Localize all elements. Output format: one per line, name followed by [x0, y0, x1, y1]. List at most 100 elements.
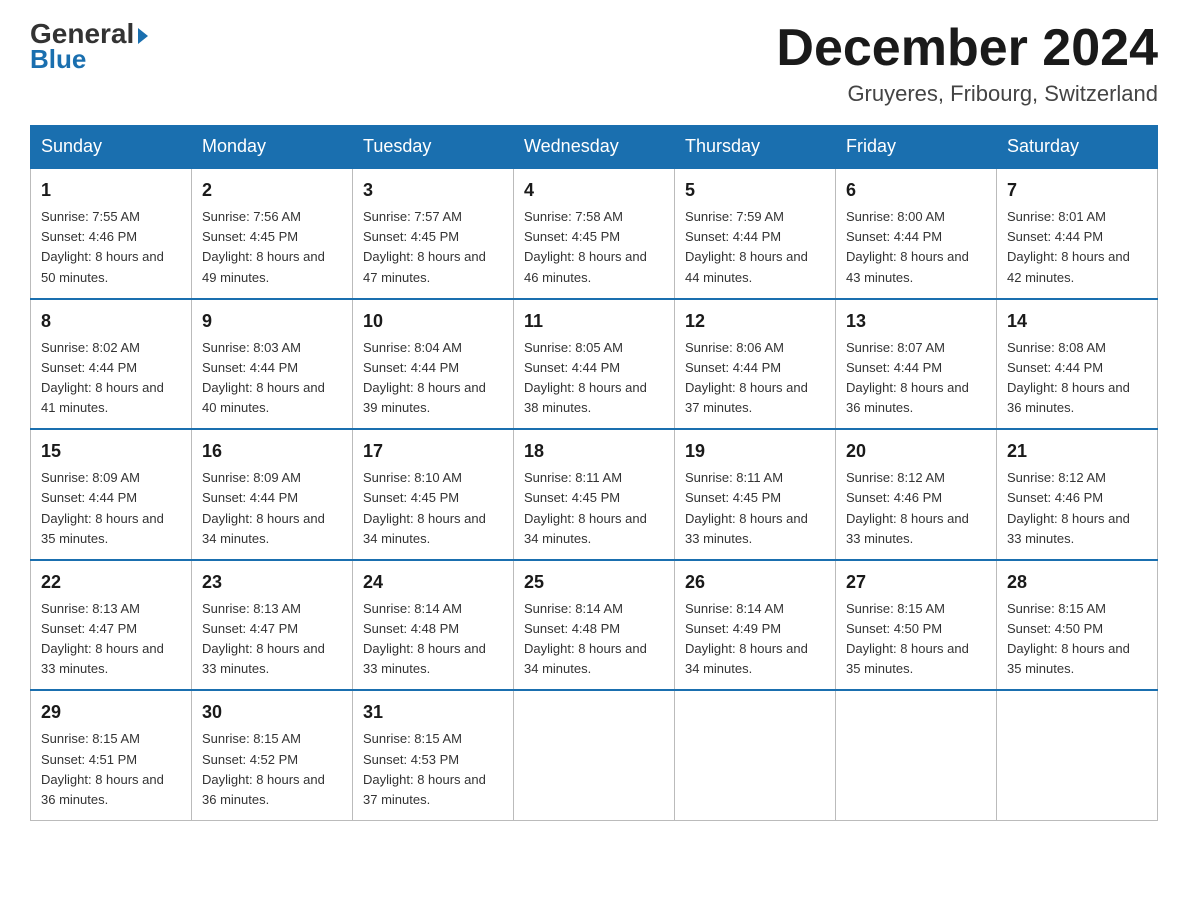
day-cell-15: 15 Sunrise: 8:09 AM Sunset: 4:44 PM Dayl… — [31, 429, 192, 560]
column-header-sunday: Sunday — [31, 126, 192, 169]
day-info: Sunrise: 7:59 AM Sunset: 4:44 PM Dayligh… — [685, 207, 825, 288]
day-number: 19 — [685, 438, 825, 465]
daylight-label: Daylight: 8 hours and 50 minutes. — [41, 249, 164, 284]
daylight-label: Daylight: 8 hours and 47 minutes. — [363, 249, 486, 284]
sunset-label: Sunset: 4:44 PM — [41, 490, 137, 505]
column-header-monday: Monday — [192, 126, 353, 169]
day-cell-20: 20 Sunrise: 8:12 AM Sunset: 4:46 PM Dayl… — [836, 429, 997, 560]
day-cell-1: 1 Sunrise: 7:55 AM Sunset: 4:46 PM Dayli… — [31, 168, 192, 299]
day-number: 20 — [846, 438, 986, 465]
sunset-label: Sunset: 4:45 PM — [685, 490, 781, 505]
column-header-friday: Friday — [836, 126, 997, 169]
sunset-label: Sunset: 4:45 PM — [363, 229, 459, 244]
sunset-label: Sunset: 4:48 PM — [363, 621, 459, 636]
daylight-label: Daylight: 8 hours and 34 minutes. — [685, 641, 808, 676]
day-info: Sunrise: 8:09 AM Sunset: 4:44 PM Dayligh… — [202, 468, 342, 549]
daylight-label: Daylight: 8 hours and 39 minutes. — [363, 380, 486, 415]
day-cell-4: 4 Sunrise: 7:58 AM Sunset: 4:45 PM Dayli… — [514, 168, 675, 299]
sunrise-label: Sunrise: 8:11 AM — [524, 470, 622, 485]
sunset-label: Sunset: 4:44 PM — [846, 229, 942, 244]
day-info: Sunrise: 8:07 AM Sunset: 4:44 PM Dayligh… — [846, 338, 986, 419]
sunrise-label: Sunrise: 8:09 AM — [202, 470, 301, 485]
day-number: 1 — [41, 177, 181, 204]
column-header-thursday: Thursday — [675, 126, 836, 169]
day-cell-6: 6 Sunrise: 8:00 AM Sunset: 4:44 PM Dayli… — [836, 168, 997, 299]
sunrise-label: Sunrise: 8:06 AM — [685, 340, 784, 355]
day-info: Sunrise: 8:06 AM Sunset: 4:44 PM Dayligh… — [685, 338, 825, 419]
week-row-4: 22 Sunrise: 8:13 AM Sunset: 4:47 PM Dayl… — [31, 560, 1158, 691]
day-info: Sunrise: 8:13 AM Sunset: 4:47 PM Dayligh… — [41, 599, 181, 680]
day-number: 16 — [202, 438, 342, 465]
day-cell-5: 5 Sunrise: 7:59 AM Sunset: 4:44 PM Dayli… — [675, 168, 836, 299]
sunrise-label: Sunrise: 8:05 AM — [524, 340, 623, 355]
daylight-label: Daylight: 8 hours and 41 minutes. — [41, 380, 164, 415]
sunrise-label: Sunrise: 7:55 AM — [41, 209, 140, 224]
day-cell-24: 24 Sunrise: 8:14 AM Sunset: 4:48 PM Dayl… — [353, 560, 514, 691]
page-header: General Blue December 2024 Gruyeres, Fri… — [30, 20, 1158, 107]
sunrise-label: Sunrise: 8:12 AM — [1007, 470, 1106, 485]
daylight-label: Daylight: 8 hours and 33 minutes. — [41, 641, 164, 676]
sunrise-label: Sunrise: 8:15 AM — [363, 731, 462, 746]
sunrise-label: Sunrise: 8:12 AM — [846, 470, 945, 485]
day-number: 7 — [1007, 177, 1147, 204]
day-cell-31: 31 Sunrise: 8:15 AM Sunset: 4:53 PM Dayl… — [353, 690, 514, 820]
day-info: Sunrise: 8:12 AM Sunset: 4:46 PM Dayligh… — [1007, 468, 1147, 549]
sunset-label: Sunset: 4:46 PM — [846, 490, 942, 505]
daylight-label: Daylight: 8 hours and 35 minutes. — [41, 511, 164, 546]
daylight-label: Daylight: 8 hours and 34 minutes. — [202, 511, 325, 546]
daylight-label: Daylight: 8 hours and 33 minutes. — [202, 641, 325, 676]
daylight-label: Daylight: 8 hours and 37 minutes. — [363, 772, 486, 807]
sunset-label: Sunset: 4:46 PM — [1007, 490, 1103, 505]
sunset-label: Sunset: 4:53 PM — [363, 752, 459, 767]
sunset-label: Sunset: 4:47 PM — [202, 621, 298, 636]
day-number: 21 — [1007, 438, 1147, 465]
empty-cell — [997, 690, 1158, 820]
sunset-label: Sunset: 4:50 PM — [1007, 621, 1103, 636]
sunset-label: Sunset: 4:45 PM — [202, 229, 298, 244]
sunset-label: Sunset: 4:44 PM — [1007, 229, 1103, 244]
day-number: 29 — [41, 699, 181, 726]
day-number: 6 — [846, 177, 986, 204]
daylight-label: Daylight: 8 hours and 36 minutes. — [1007, 380, 1130, 415]
sunset-label: Sunset: 4:44 PM — [1007, 360, 1103, 375]
day-number: 28 — [1007, 569, 1147, 596]
daylight-label: Daylight: 8 hours and 33 minutes. — [846, 511, 969, 546]
empty-cell — [675, 690, 836, 820]
column-header-wednesday: Wednesday — [514, 126, 675, 169]
day-cell-26: 26 Sunrise: 8:14 AM Sunset: 4:49 PM Dayl… — [675, 560, 836, 691]
day-cell-2: 2 Sunrise: 7:56 AM Sunset: 4:45 PM Dayli… — [192, 168, 353, 299]
day-number: 10 — [363, 308, 503, 335]
day-number: 13 — [846, 308, 986, 335]
day-cell-9: 9 Sunrise: 8:03 AM Sunset: 4:44 PM Dayli… — [192, 299, 353, 430]
day-info: Sunrise: 8:09 AM Sunset: 4:44 PM Dayligh… — [41, 468, 181, 549]
location-title: Gruyeres, Fribourg, Switzerland — [776, 81, 1158, 107]
day-info: Sunrise: 8:12 AM Sunset: 4:46 PM Dayligh… — [846, 468, 986, 549]
day-info: Sunrise: 8:14 AM Sunset: 4:48 PM Dayligh… — [524, 599, 664, 680]
day-number: 5 — [685, 177, 825, 204]
daylight-label: Daylight: 8 hours and 35 minutes. — [1007, 641, 1130, 676]
day-info: Sunrise: 8:11 AM Sunset: 4:45 PM Dayligh… — [685, 468, 825, 549]
day-info: Sunrise: 8:05 AM Sunset: 4:44 PM Dayligh… — [524, 338, 664, 419]
daylight-label: Daylight: 8 hours and 33 minutes. — [1007, 511, 1130, 546]
daylight-label: Daylight: 8 hours and 43 minutes. — [846, 249, 969, 284]
day-number: 17 — [363, 438, 503, 465]
day-info: Sunrise: 8:15 AM Sunset: 4:51 PM Dayligh… — [41, 729, 181, 810]
day-number: 23 — [202, 569, 342, 596]
sunrise-label: Sunrise: 8:13 AM — [41, 601, 140, 616]
daylight-label: Daylight: 8 hours and 33 minutes. — [363, 641, 486, 676]
sunrise-label: Sunrise: 8:11 AM — [685, 470, 783, 485]
daylight-label: Daylight: 8 hours and 34 minutes. — [524, 511, 647, 546]
daylight-label: Daylight: 8 hours and 36 minutes. — [846, 380, 969, 415]
day-number: 18 — [524, 438, 664, 465]
day-number: 22 — [41, 569, 181, 596]
month-title: December 2024 — [776, 20, 1158, 77]
day-info: Sunrise: 8:04 AM Sunset: 4:44 PM Dayligh… — [363, 338, 503, 419]
day-info: Sunrise: 8:15 AM Sunset: 4:53 PM Dayligh… — [363, 729, 503, 810]
sunrise-label: Sunrise: 7:57 AM — [363, 209, 462, 224]
daylight-label: Daylight: 8 hours and 42 minutes. — [1007, 249, 1130, 284]
sunrise-label: Sunrise: 8:09 AM — [41, 470, 140, 485]
day-info: Sunrise: 8:02 AM Sunset: 4:44 PM Dayligh… — [41, 338, 181, 419]
sunrise-label: Sunrise: 8:14 AM — [524, 601, 623, 616]
week-row-5: 29 Sunrise: 8:15 AM Sunset: 4:51 PM Dayl… — [31, 690, 1158, 820]
sunrise-label: Sunrise: 8:15 AM — [846, 601, 945, 616]
